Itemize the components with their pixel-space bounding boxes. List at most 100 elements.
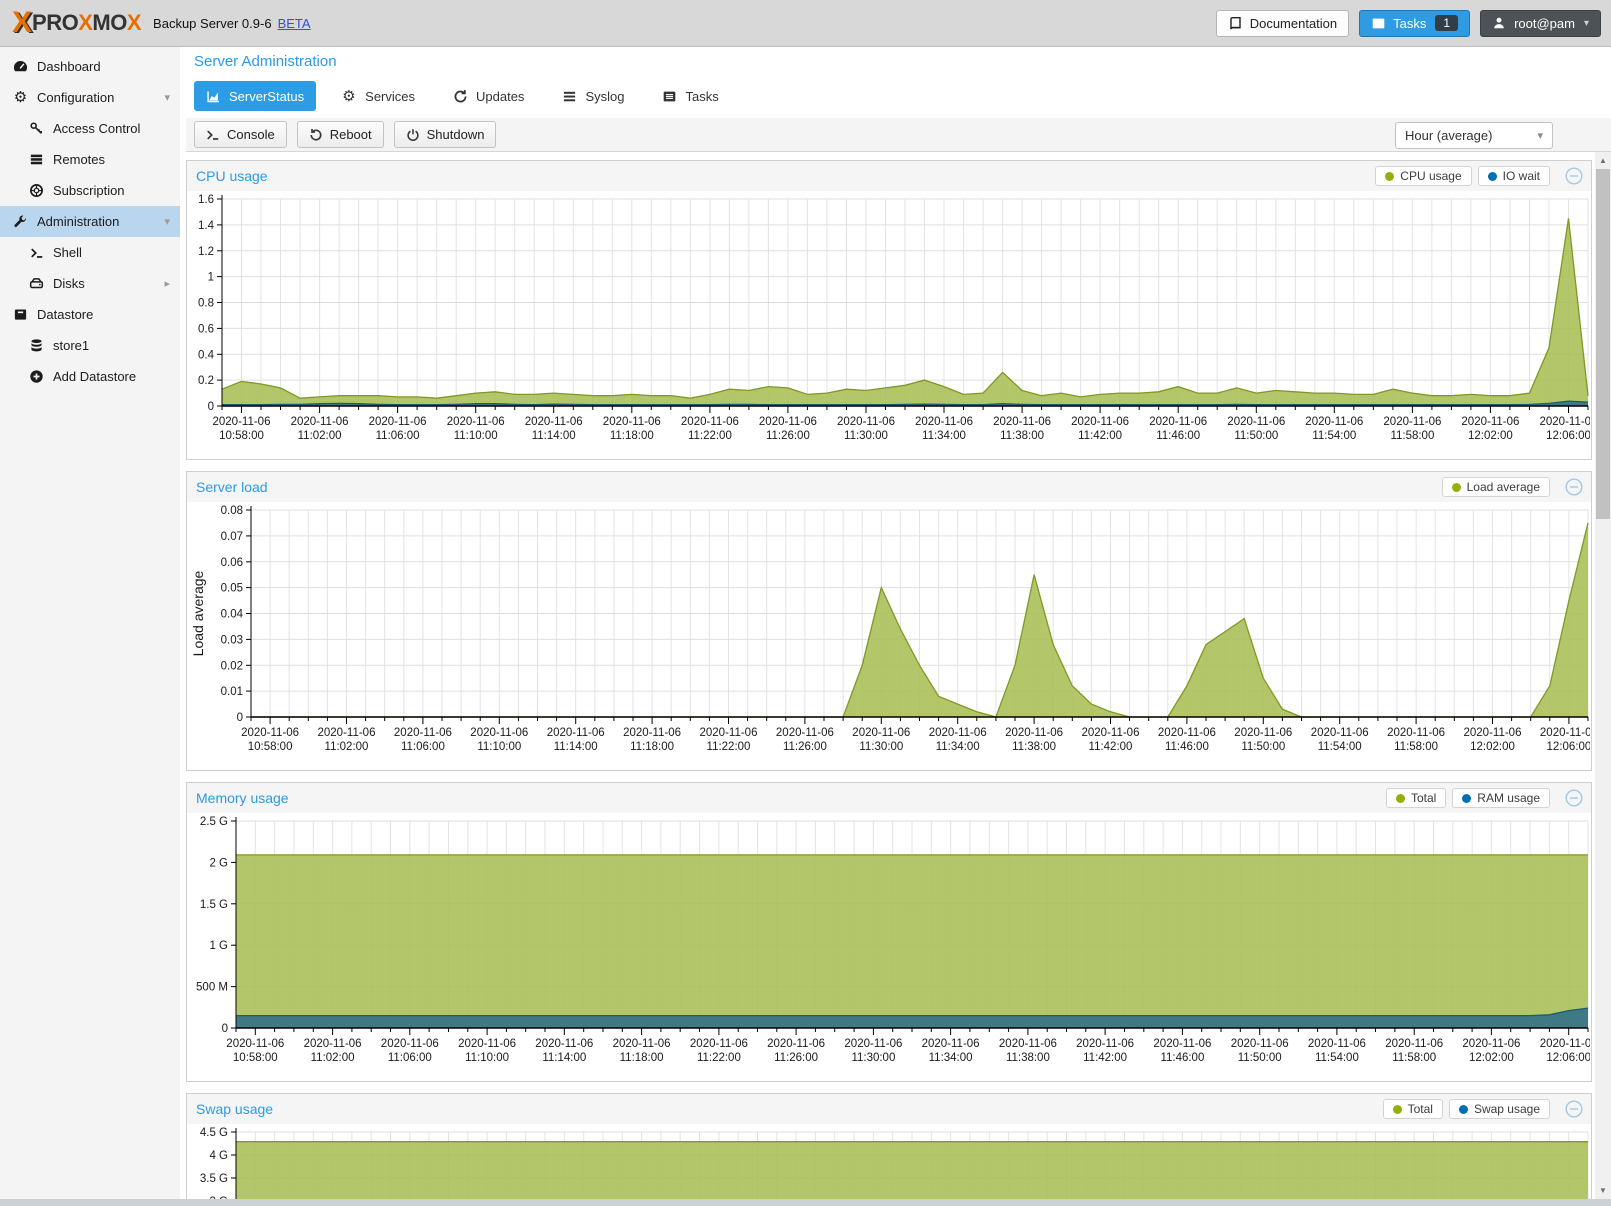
main-content: Server Administration ServerStatus⚙Servi… bbox=[186, 47, 1611, 1206]
svg-text:1.2: 1.2 bbox=[198, 246, 214, 258]
legend-label: Swap usage bbox=[1474, 1102, 1540, 1116]
power-icon bbox=[406, 128, 420, 142]
chevron-right-icon[interactable]: ▸ bbox=[164, 277, 170, 290]
console-button[interactable]: Console bbox=[194, 121, 287, 148]
shutdown-label: Shutdown bbox=[427, 127, 485, 142]
chevron-down-icon[interactable]: ▾ bbox=[164, 215, 170, 228]
svg-text:0.08: 0.08 bbox=[221, 505, 243, 517]
svg-text:4 G: 4 G bbox=[209, 1150, 228, 1162]
svg-text:2020-11-06: 2020-11-06 bbox=[369, 416, 427, 428]
svg-text:10:58:00: 10:58:00 bbox=[219, 430, 264, 442]
sidebar-item-label: Remotes bbox=[53, 152, 105, 167]
panel-swap-usage: Swap usageTotalSwap usage0500 M1 G1.5 G2… bbox=[186, 1093, 1592, 1206]
gears-icon: ⚙ bbox=[12, 90, 29, 106]
documentation-button[interactable]: Documentation bbox=[1216, 10, 1349, 37]
app-header: X PROXMOX Backup Server 0.9-6 BETA Docum… bbox=[0, 0, 1611, 47]
chevron-down-icon[interactable]: ▾ bbox=[164, 91, 170, 104]
tasks-button[interactable]: Tasks 1 bbox=[1359, 10, 1470, 37]
svg-text:2020-11-06: 2020-11-06 bbox=[291, 416, 349, 428]
svg-text:2020-11-06: 2020-11-06 bbox=[767, 1038, 825, 1050]
svg-text:Load average: Load average bbox=[190, 570, 206, 656]
area-chart-icon bbox=[206, 89, 221, 104]
svg-text:10:58:00: 10:58:00 bbox=[233, 1052, 278, 1064]
sidebar-item-label: Subscription bbox=[53, 183, 125, 198]
svg-text:11:50:00: 11:50:00 bbox=[1234, 430, 1278, 442]
sidebar-item-store1[interactable]: store1 bbox=[0, 330, 180, 361]
panel-title: Swap usage bbox=[196, 1101, 273, 1117]
legend-dot-icon bbox=[1488, 172, 1497, 181]
sidebar-item-datastore[interactable]: Datastore bbox=[0, 299, 180, 330]
legend-label: IO wait bbox=[1503, 169, 1540, 183]
chart-body: 00.20.40.60.811.21.41.62020-11-0610:58:0… bbox=[187, 191, 1591, 456]
sidebar-item-subscription[interactable]: Subscription bbox=[0, 175, 180, 206]
svg-text:2020-11-06: 2020-11-06 bbox=[1153, 1038, 1211, 1050]
tab-updates[interactable]: Updates bbox=[441, 81, 536, 111]
sidebar-item-configuration[interactable]: ⚙ Configuration ▾ bbox=[0, 82, 180, 113]
scroll-down-arrow-icon[interactable]: ▼ bbox=[1595, 1183, 1611, 1198]
collapse-panel-button[interactable] bbox=[1565, 789, 1583, 807]
legend-item-total[interactable]: Total bbox=[1383, 1099, 1443, 1119]
legend-label: Total bbox=[1408, 1102, 1433, 1116]
reboot-button[interactable]: Reboot bbox=[297, 121, 384, 148]
svg-text:0.6: 0.6 bbox=[198, 323, 214, 335]
svg-text:11:10:00: 11:10:00 bbox=[465, 1052, 509, 1064]
tab-syslog[interactable]: Syslog bbox=[550, 81, 636, 111]
scroll-up-arrow-icon[interactable]: ▲ bbox=[1595, 153, 1611, 168]
chart-legend: Total Swap usage bbox=[1383, 1099, 1550, 1119]
svg-text:2020-11-06: 2020-11-06 bbox=[381, 1038, 439, 1050]
svg-text:11:22:00: 11:22:00 bbox=[697, 1052, 741, 1064]
svg-text:2020-11-06: 2020-11-06 bbox=[1082, 727, 1140, 739]
shutdown-button[interactable]: Shutdown bbox=[394, 121, 497, 148]
svg-text:11:34:00: 11:34:00 bbox=[922, 430, 966, 442]
svg-text:3.5 G: 3.5 G bbox=[200, 1173, 228, 1185]
svg-text:11:34:00: 11:34:00 bbox=[929, 1052, 973, 1064]
svg-text:11:46:00: 11:46:00 bbox=[1160, 1052, 1204, 1064]
sidebar-item-access-control[interactable]: Access Control bbox=[0, 113, 180, 144]
collapse-panel-button[interactable] bbox=[1565, 167, 1583, 185]
timeframe-select[interactable]: Hour (average) ▾ bbox=[1395, 122, 1553, 149]
sidebar-item-remotes[interactable]: Remotes bbox=[0, 144, 180, 175]
window-bottom-edge bbox=[0, 1199, 1611, 1206]
svg-text:2020-11-06: 2020-11-06 bbox=[1005, 727, 1063, 739]
scrollbar-thumb[interactable] bbox=[1596, 169, 1610, 519]
svg-text:1.4: 1.4 bbox=[198, 220, 215, 232]
sidebar-item-dashboard[interactable]: Dashboard bbox=[0, 51, 180, 82]
legend-item-load-average[interactable]: Load average bbox=[1442, 477, 1550, 497]
tab-label: Syslog bbox=[585, 89, 624, 104]
legend-item-total[interactable]: Total bbox=[1386, 788, 1446, 808]
tab-tasks[interactable]: Tasks bbox=[650, 81, 730, 111]
svg-text:11:58:00: 11:58:00 bbox=[1394, 741, 1438, 753]
collapse-panel-button[interactable] bbox=[1565, 1100, 1583, 1118]
tab-serverstatus[interactable]: ServerStatus bbox=[194, 81, 316, 111]
sidebar-item-label: Configuration bbox=[37, 90, 114, 105]
svg-text:2020-11-06: 2020-11-06 bbox=[993, 416, 1051, 428]
sidebar-item-administration[interactable]: Administration▾ bbox=[0, 206, 180, 237]
svg-text:0.4: 0.4 bbox=[198, 349, 215, 361]
tab-services[interactable]: ⚙Services bbox=[330, 81, 427, 111]
svg-text:0.03: 0.03 bbox=[221, 634, 243, 646]
legend-item-cpu-usage[interactable]: CPU usage bbox=[1375, 166, 1471, 186]
sidebar-item-label: Disks bbox=[53, 276, 85, 291]
svg-text:0.05: 0.05 bbox=[221, 583, 243, 595]
archive-icon bbox=[12, 307, 29, 323]
beta-link[interactable]: BETA bbox=[278, 16, 311, 31]
legend-label: CPU usage bbox=[1400, 169, 1461, 183]
svg-text:0.07: 0.07 bbox=[221, 531, 243, 543]
sidebar-item-shell[interactable]: Shell bbox=[0, 237, 180, 268]
svg-text:2020-11-06: 2020-11-06 bbox=[470, 727, 528, 739]
chart-legend: Total RAM usage bbox=[1386, 788, 1550, 808]
legend-item-swap-usage[interactable]: Swap usage bbox=[1449, 1099, 1550, 1119]
chart-body: 0500 M1 G1.5 G2 G2.5 G2020-11-0610:58:00… bbox=[187, 813, 1591, 1078]
legend-item-io-wait[interactable]: IO wait bbox=[1478, 166, 1550, 186]
user-menu-button[interactable]: root@pam ▾ bbox=[1480, 10, 1601, 37]
legend-item-ram-usage[interactable]: RAM usage bbox=[1452, 788, 1550, 808]
sidebar-item-disks[interactable]: Disks ▸ bbox=[0, 268, 180, 299]
collapse-panel-button[interactable] bbox=[1565, 478, 1583, 496]
svg-text:2020-11-06: 2020-11-06 bbox=[999, 1038, 1057, 1050]
svg-text:11:02:00: 11:02:00 bbox=[311, 1052, 355, 1064]
sidebar-item-label: Add Datastore bbox=[53, 369, 136, 384]
refresh-icon bbox=[453, 89, 468, 104]
legend-dot-icon bbox=[1452, 483, 1461, 492]
sidebar-item-add-datastore[interactable]: Add Datastore bbox=[0, 361, 180, 392]
vertical-scrollbar[interactable]: ▲ ▼ bbox=[1595, 152, 1611, 1199]
